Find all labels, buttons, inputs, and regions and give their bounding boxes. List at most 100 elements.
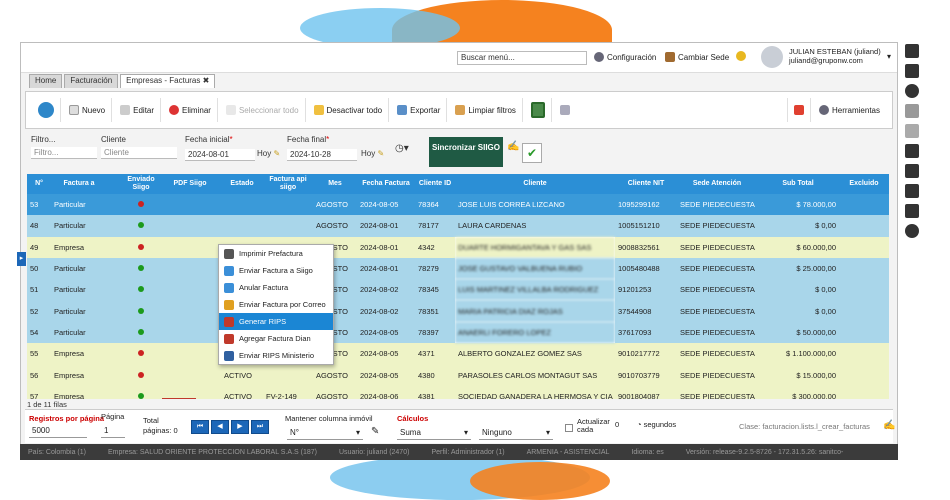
column-header[interactable]: Fecha Factura (357, 174, 415, 194)
end-date-input[interactable]: 2024-10-28 (287, 149, 357, 161)
deactivate-all-button[interactable]: Desactivar todo (308, 98, 390, 122)
config-button[interactable]: Configuración (594, 52, 656, 62)
table-row[interactable]: 53 Particular AGOSTO 2024-08-05 78364 JOSE LU… (27, 194, 889, 216)
clear-filters-button[interactable]: Limpiar filtros (449, 98, 523, 122)
context-menu-item[interactable]: Generar RIPS (219, 313, 333, 330)
refresh-seconds-input[interactable]: 0 (615, 420, 619, 429)
refresh-button[interactable] (32, 98, 61, 122)
table-row[interactable]: 49EmpresaAGOSTO2024-08-014342DUARTE HORM… (27, 236, 889, 258)
column-header[interactable]: Cliente NIT (615, 174, 677, 194)
status-dot-icon (138, 265, 144, 272)
context-menu-item[interactable]: Enviar RIPS Ministerio (219, 347, 333, 364)
context-menu-item[interactable]: Enviar Factura a Siigo (219, 262, 333, 279)
column-header[interactable]: Sede Atención (677, 174, 757, 194)
context-menu-item[interactable]: Imprimir Prefactura (219, 245, 333, 262)
column-header[interactable]: Estado (221, 174, 263, 194)
delete-button[interactable]: Eliminar (163, 98, 218, 122)
tools-button[interactable]: Herramientas (813, 98, 886, 122)
table-row[interactable]: 51ParticularAGOSTO2024-08-0278345LUIS MA… (27, 279, 889, 301)
spreadsheet-button[interactable] (525, 98, 552, 122)
next-page-icon[interactable]: ▶ (231, 420, 249, 434)
export-button[interactable]: Exportar (391, 98, 448, 122)
widget-button[interactable] (786, 98, 811, 122)
column-header[interactable]: PDF Siigo (159, 174, 221, 194)
column-header[interactable]: Sub Total (757, 174, 839, 194)
column-header[interactable]: Cliente ID (415, 174, 455, 194)
table-icon[interactable] (905, 104, 919, 118)
page-input[interactable]: 1 (101, 425, 125, 438)
calculation-column-select[interactable]: Ninguno ▾ (479, 427, 553, 440)
select-all-button[interactable]: Seleccionar todo (220, 98, 306, 122)
filter-input[interactable]: Filtro... (31, 147, 97, 159)
user-name: JULIAN ESTEBAN (juliand) (789, 47, 881, 56)
client-input[interactable]: Cliente (101, 147, 177, 159)
column-header[interactable]: Factura api siigo (263, 174, 313, 194)
expand-panel-icon[interactable]: ▸ (17, 252, 26, 266)
today-end-button[interactable]: Hoy ✎ (361, 149, 384, 158)
apply-check-button[interactable]: ✔ (522, 143, 542, 163)
prev-page-icon[interactable]: ◀ (211, 420, 229, 434)
gear-icon (818, 105, 829, 115)
user-info[interactable]: JULIAN ESTEBAN (juliand) juliand@gruponw… (789, 47, 881, 65)
tab-facturacion[interactable]: Facturación (64, 74, 119, 88)
table-row[interactable]: 55EmpresaACTIVOAGOSTO2024-08-054371ALBER… (27, 343, 889, 365)
tab-home[interactable]: Home (29, 74, 63, 88)
unlink-icon[interactable] (905, 184, 919, 198)
calculations-select[interactable]: Suma ▾ (397, 427, 471, 440)
table-row[interactable]: 57 Empresa ACTIVO FV-2-149 AGOSTO 2024-08-06 4… (27, 385, 889, 399)
last-page-icon[interactable]: ⏭ (251, 420, 269, 434)
close-icon[interactable]: ✖ (203, 76, 210, 85)
table-row[interactable]: 50ParticularAGOSTO2024-08-0178279JOSE GU… (27, 257, 889, 280)
today-start-button[interactable]: Hoy ✎ (257, 149, 280, 158)
tab-empresas-facturas[interactable]: Empresas - Facturas ✖ (120, 74, 216, 88)
avatar[interactable] (761, 46, 783, 68)
document-icon[interactable] (905, 124, 919, 138)
context-menu-item[interactable]: Anular Factura (219, 279, 333, 296)
status-dot-icon (138, 222, 144, 229)
arrow-right-icon[interactable] (905, 84, 919, 98)
column-header[interactable]: N° (27, 174, 51, 194)
table-row[interactable]: 54ParticularACTIVOFV-2-142AGOSTO2024-08-… (27, 321, 889, 344)
column-header[interactable]: Excluido (839, 174, 889, 194)
cell-client-name: ALBERTO GONZALEZ GOMEZ SAS (455, 343, 615, 365)
signature-icon[interactable]: ✍ (507, 141, 519, 152)
start-date-input[interactable]: 2024-08-01 (185, 149, 255, 161)
first-page-icon[interactable]: ⏮ (191, 420, 209, 434)
signature-icon[interactable]: ✍ (883, 420, 895, 431)
column-header[interactable]: Mes (313, 174, 357, 194)
edit-button[interactable]: Editar (114, 98, 162, 122)
table-row[interactable]: 48 Particular AGOSTO 2024-08-01 78177 LAURA C… (27, 215, 889, 237)
bus-icon[interactable] (905, 64, 919, 78)
column-header[interactable]: Cliente (455, 174, 615, 194)
calculator-icon[interactable] (905, 44, 919, 58)
pencil-icon[interactable]: ✎ (371, 426, 379, 437)
start-date-label-text: Fecha inicial (185, 135, 230, 144)
sync-siigo-button[interactable]: Sincronizar SIIGO (429, 137, 503, 167)
column-header[interactable] (107, 174, 123, 194)
id-card-icon[interactable] (905, 144, 919, 158)
records-per-page-input[interactable]: 5000 (29, 425, 87, 438)
auto-refresh-checkbox[interactable] (565, 424, 573, 432)
wrench-icon[interactable] (905, 164, 919, 178)
menu-search-input[interactable]: Buscar menú... (457, 51, 587, 65)
column-header[interactable]: Enviado Siigo (123, 174, 159, 194)
user-dropdown-icon[interactable]: ▾ (887, 52, 891, 61)
clock-dropdown-icon[interactable]: ◷▾ (395, 143, 409, 154)
cell-invoice-to: Empresa (51, 364, 107, 386)
column-header[interactable]: Factura a (51, 174, 107, 194)
change-site-button[interactable]: Cambiar Sede (665, 52, 729, 62)
cell-attention-site: SEDE PIEDECUESTA (677, 385, 757, 399)
freeze-column-select[interactable]: N° ▾ (287, 427, 363, 440)
table-header: N° Factura a Enviado Siigo PDF Siigo Estado F… (27, 174, 889, 194)
power-icon[interactable] (905, 224, 919, 238)
context-menu-item[interactable]: Enviar Factura por Correo (219, 296, 333, 313)
lightbulb-icon[interactable] (736, 51, 746, 61)
invoices-table: N° Factura a Enviado Siigo PDF Siigo Estado F… (27, 174, 889, 399)
context-menu-item[interactable]: Agregar Factura Dian (219, 330, 333, 347)
signature-button[interactable] (554, 98, 576, 122)
table-row[interactable]: 52ParticularAGOSTO2024-08-0278351MARIA P… (27, 300, 889, 322)
table-row[interactable]: 56 Empresa ACTIVO AGOSTO 2024-08-05 4380 PARAS… (27, 364, 889, 386)
person-icon[interactable] (905, 204, 919, 218)
cell-subtotal: $ 50.000,00 (757, 321, 839, 344)
new-button[interactable]: Nuevo (63, 98, 113, 122)
